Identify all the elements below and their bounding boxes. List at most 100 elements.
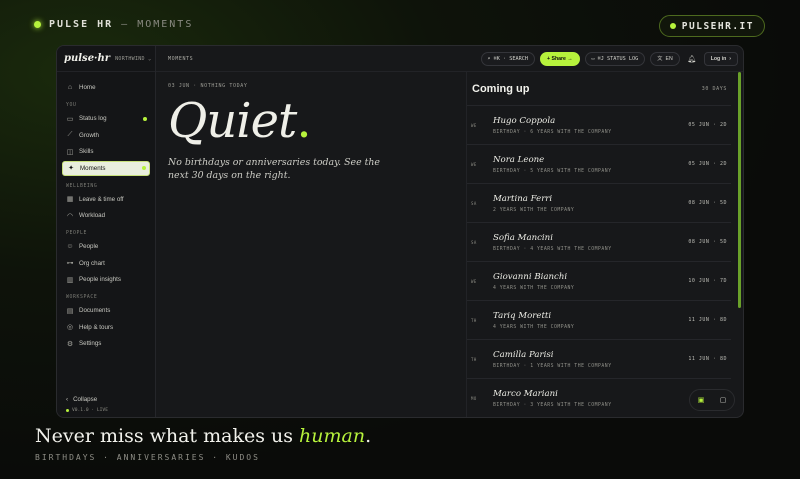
person-info: Tariq Moretti 4 YEARS WITH THE COMPANY	[493, 311, 688, 330]
list-item[interactable]: WE Giovanni Bianchi 4 YEARS WITH THE COMPA…	[467, 261, 731, 300]
sidebar-item-label: Leave & time off	[79, 195, 124, 203]
language-button[interactable]: 文 EN	[650, 51, 680, 66]
gear-icon: ⚙	[66, 340, 74, 348]
sidebar-item-settings[interactable]: ⚙ Settings	[62, 336, 150, 351]
person-name: Camilla Parisi	[493, 349, 554, 360]
event-description: BIRTHDAY · 5 YEARS WITH THE COMPANY	[493, 168, 612, 174]
tagline-em: human	[299, 425, 366, 447]
document-icon: ▤	[66, 307, 74, 315]
org-switcher[interactable]: NORTHWIND ⌄	[115, 56, 151, 62]
person-info: Camilla Parisi BIRTHDAY · 1 YEARS WITH TH…	[493, 350, 688, 369]
list-item[interactable]: SA Sofia Mancini BIRTHDAY · 4 YEARS WITH T…	[467, 222, 731, 261]
day-of-week: WE	[471, 161, 477, 167]
event-date: 08 JUN · 5D	[688, 200, 727, 206]
sparkle-icon: ✦	[68, 165, 74, 172]
collapse-button[interactable]: ‹ Collapse	[63, 393, 150, 406]
sidebar-item-label: Status log	[79, 115, 107, 122]
sidebar-item-documents[interactable]: ▤ Documents	[62, 303, 150, 318]
person-name: Tariq Moretti	[493, 310, 552, 321]
sidebar-item-people-insights[interactable]: ▥ People insights	[62, 272, 150, 287]
list-item[interactable]: SA Martina Ferri 2 YEARS WITH THE COMPANY 0…	[467, 183, 731, 222]
sidebar-item-label: Skills	[79, 148, 94, 155]
hero-subtitle: No birthdays or anniversaries today. See…	[168, 157, 380, 181]
sidebar-item-label: Settings	[79, 340, 102, 347]
event-date: 10 JUN · 7D	[688, 278, 727, 284]
search-label: ⌘K · SEARCH	[493, 55, 529, 62]
site-link[interactable]: PULSEHR.IT	[658, 15, 765, 37]
message-icon[interactable]: ▢	[720, 396, 727, 404]
app-logo[interactable]: pulse·hr	[64, 53, 110, 64]
moments-active-dot	[142, 166, 146, 170]
share-button[interactable]: + Share →	[540, 51, 580, 66]
tagline-pre: Never miss what makes us	[35, 425, 300, 447]
sidebar: pulse·hr NORTHWIND ⌄ ⌂ Home YOU ▭ Status…	[57, 46, 156, 417]
status-log-label: ⌘J STATUS LOG	[597, 55, 639, 62]
org-chart-icon: ⊶	[66, 260, 74, 267]
status-log-button[interactable]: ▭ ⌘J STATUS LOG	[584, 51, 646, 66]
sidebar-footer: ‹ Collapse V0.1.0 · LIVE	[57, 389, 156, 417]
day-of-week: TH	[471, 356, 477, 362]
person-name: Marco Mariani	[493, 388, 558, 399]
login-button[interactable]: Log in ›	[703, 51, 738, 66]
hero-dot: .	[296, 93, 311, 149]
sidebar-section-wellbeing: WELLBEING	[66, 183, 98, 189]
list-item[interactable]: TH Tariq Moretti 4 YEARS WITH THE COMPANY 1…	[467, 300, 731, 339]
event-date: 05 JUN · 2D	[688, 161, 727, 167]
event-date: 11 JUN · 8D	[688, 317, 727, 323]
day-of-week: SA	[471, 239, 477, 245]
event-description: BIRTHDAY · 6 YEARS WITH THE COMPANY	[493, 129, 612, 135]
sidebar-item-people[interactable]: ☺ People	[62, 239, 150, 254]
day-of-week: WE	[471, 122, 477, 128]
sidebar-section-workspace: WORKSPACE	[66, 295, 98, 300]
event-description: BIRTHDAY · 4 YEARS WITH THE COMPANY	[493, 246, 612, 252]
calendar-icon: ▦	[66, 196, 74, 203]
list-item[interactable]: TH Camilla Parisi BIRTHDAY · 1 YEARS WITH …	[467, 339, 731, 378]
sidebar-item-label: People insights	[79, 276, 121, 283]
chat-icon: ▭	[591, 55, 595, 62]
sidebar-section-you: YOU	[66, 103, 77, 108]
hero-word: Quiet	[168, 93, 297, 149]
sidebar-item-workload[interactable]: ◠ Workload	[62, 208, 150, 223]
day-of-week: SA	[471, 200, 477, 206]
panel-header: Coming up 30 DAYS	[467, 72, 743, 105]
chat-bubble-icon[interactable]: ▣	[698, 396, 705, 404]
version-label: V0.1.0 · LIVE	[72, 408, 108, 413]
translate-icon: 文	[657, 56, 663, 62]
sidebar-item-home[interactable]: ⌂ Home	[62, 80, 150, 95]
sidebar-item-skills[interactable]: ◫ Skills	[62, 144, 150, 159]
person-name: Hugo Coppola	[493, 115, 556, 126]
tagline-post: .	[365, 425, 372, 447]
site-label: PULSEHR.IT	[681, 20, 754, 32]
people-icon: ☺	[66, 243, 74, 250]
sidebar-item-org-chart[interactable]: ⊶ Org chart	[62, 256, 150, 271]
collapse-label: Collapse	[73, 396, 98, 403]
person-info: Hugo Coppola BIRTHDAY · 6 YEARS WITH THE …	[493, 116, 688, 135]
status-live-dot	[143, 116, 147, 121]
day-of-week: WE	[471, 278, 477, 284]
event-date: 11 JUN · 8D	[688, 356, 727, 362]
sidebar-item-label: People	[79, 243, 99, 250]
version-status: V0.1.0 · LIVE	[63, 408, 150, 413]
chevron-left-icon: ‹	[66, 396, 69, 403]
bell-icon[interactable]: 🔔︎	[685, 52, 699, 66]
person-info: Giovanni Bianchi 4 YEARS WITH THE COMPANY	[493, 272, 688, 291]
sidebar-item-label: Workload	[79, 212, 106, 219]
sidebar-item-label: Help & tours	[79, 323, 114, 331]
list-item[interactable]: WE Nora Leone BIRTHDAY · 5 YEARS WITH THE …	[467, 144, 731, 183]
sidebar-item-label: Moments	[80, 164, 106, 172]
share-label: + Share →	[547, 55, 573, 62]
sidebar-item-help[interactable]: ◎ Help & tours	[62, 320, 150, 335]
sidebar-item-growth[interactable]: ⟋ Growth	[62, 128, 150, 143]
scrollbar[interactable]	[738, 72, 741, 308]
list-item[interactable]: WE Hugo Coppola BIRTHDAY · 6 YEARS WITH TH…	[467, 105, 731, 144]
date-status: 03 JUN · NOTHING TODAY	[168, 83, 248, 89]
search-button[interactable]: ⌕ ⌘K · SEARCH	[480, 51, 536, 66]
upcoming-list: WE Hugo Coppola BIRTHDAY · 6 YEARS WITH TH…	[467, 105, 743, 417]
sidebar-item-status-log[interactable]: ▭ Status log	[62, 111, 150, 126]
gauge-icon: ◠	[66, 212, 74, 220]
tagline-subtags: BIRTHDAYS · ANNIVERSARIES · KUDOS	[35, 453, 260, 462]
sidebar-item-moments[interactable]: ✦ Moments	[62, 160, 150, 176]
sidebar-item-leave[interactable]: ▦ Leave & time off	[62, 192, 150, 207]
login-label: Log in	[710, 55, 727, 62]
growth-icon: ⟋	[67, 131, 73, 138]
